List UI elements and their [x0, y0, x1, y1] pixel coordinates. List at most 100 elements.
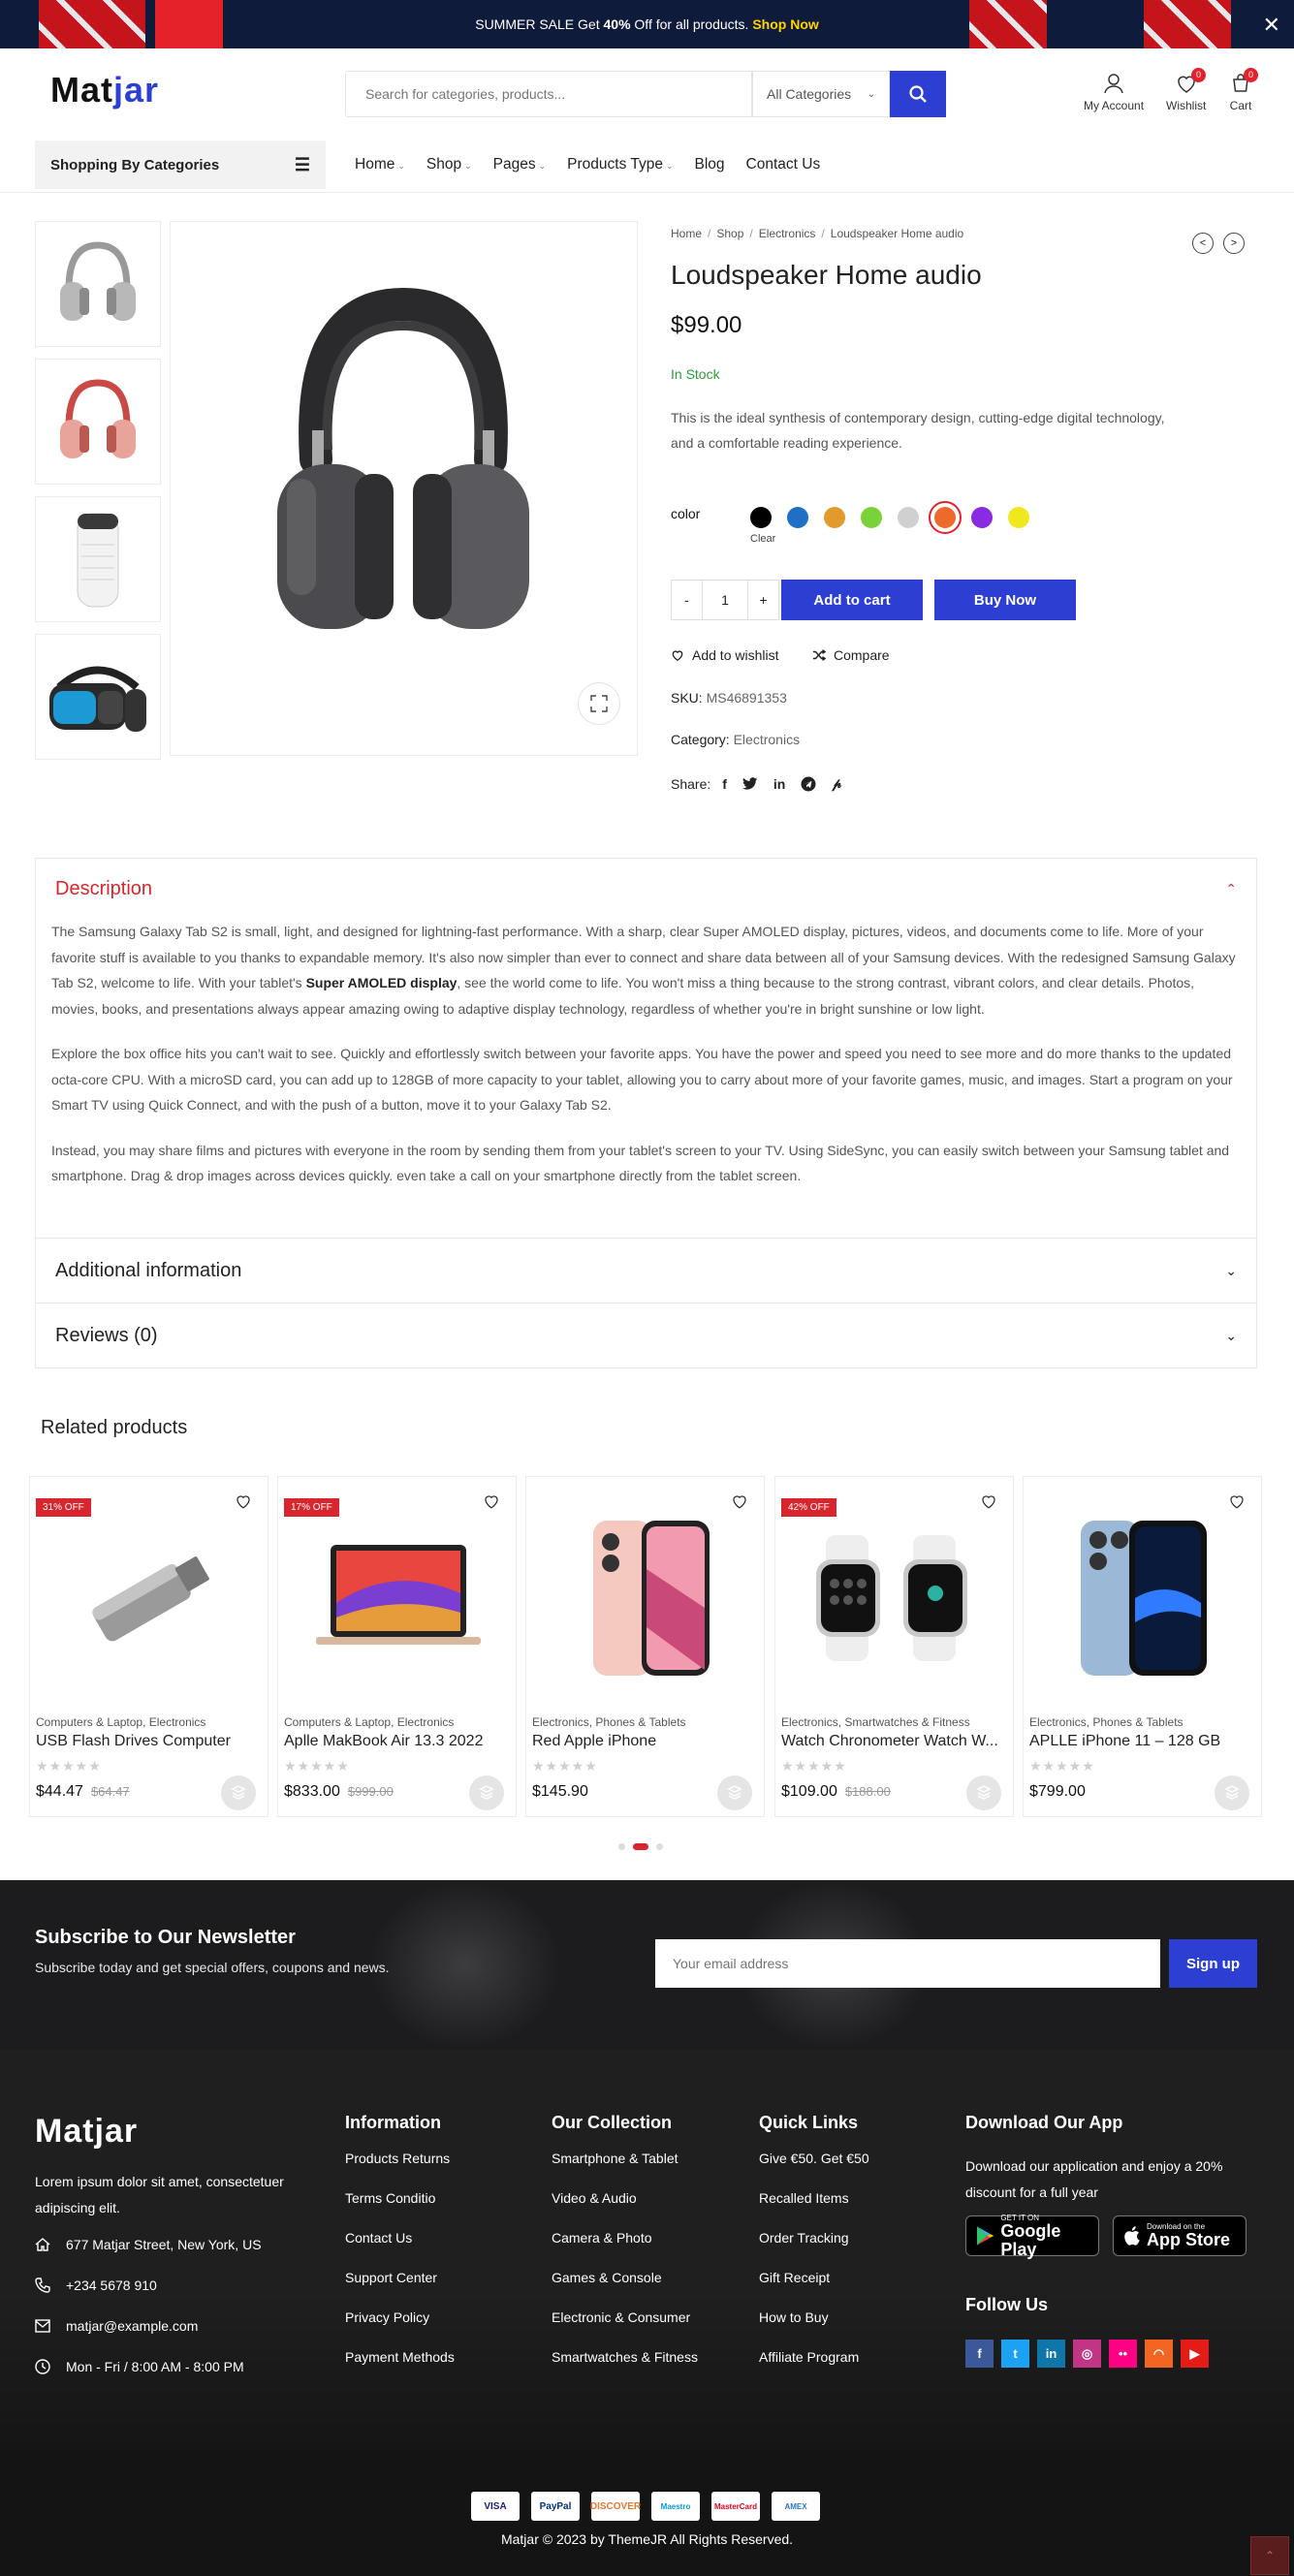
app-store-button[interactable]: Download on the App Store [1113, 2215, 1247, 2256]
compare-link[interactable]: Compare [812, 647, 890, 663]
footer-link[interactable]: Affiliate Program [759, 2349, 869, 2365]
footer-link[interactable]: Payment Methods [345, 2349, 455, 2365]
nav-home[interactable]: Home ⌄ [355, 156, 405, 173]
instagram-icon[interactable]: ◎ [1073, 2340, 1101, 2368]
category-select[interactable]: All Categories ⌄ [752, 71, 890, 117]
next-product-button[interactable]: > [1223, 233, 1245, 254]
footer-link[interactable]: Gift Receipt [759, 2270, 869, 2285]
clear-color-link[interactable]: Clear [750, 533, 775, 545]
cart-button[interactable]: Cart 0 [1229, 68, 1258, 112]
search-input[interactable] [346, 72, 751, 116]
add-to-cart-icon[interactable] [221, 1775, 256, 1810]
wishlist-button[interactable]: Wishlist 0 [1166, 68, 1206, 112]
footer-link[interactable]: Order Tracking [759, 2230, 869, 2246]
add-to-cart-icon[interactable] [1215, 1775, 1249, 1810]
color-swatch[interactable] [750, 507, 772, 528]
nav-contact[interactable]: Contact Us [746, 156, 821, 173]
product-category[interactable]: Electronics, Phones & Tablets [1029, 1715, 1184, 1729]
buy-now-button[interactable]: Buy Now [934, 580, 1076, 620]
additional-info-panel[interactable]: Additional information ⌄ [35, 1238, 1257, 1304]
nav-pages[interactable]: Pages ⌄ [493, 156, 547, 173]
footer-link[interactable]: Terms Conditio [345, 2190, 455, 2206]
newsletter-email-input[interactable] [655, 1939, 1160, 1988]
facebook-icon[interactable]: f [965, 2340, 994, 2368]
nav-shop[interactable]: Shop ⌄ [426, 156, 472, 173]
shop-now-link[interactable]: Shop Now [752, 16, 818, 32]
product-card[interactable]: 42% OFF Electronics, Smartwatches & Fitne… [774, 1476, 1014, 1817]
product-category[interactable]: Computers & Laptop, Electronics [36, 1715, 205, 1729]
color-swatch[interactable] [934, 507, 956, 528]
prev-product-button[interactable]: < [1192, 233, 1214, 254]
product-image[interactable] [1024, 1506, 1263, 1690]
footer-link[interactable]: Recalled Items [759, 2190, 869, 2206]
color-swatch[interactable] [971, 507, 993, 528]
nav-products-type[interactable]: Products Type ⌄ [567, 156, 673, 173]
product-image[interactable] [526, 1506, 766, 1690]
product-name[interactable]: USB Flash Drives Computer [36, 1733, 261, 1750]
footer-link[interactable]: Privacy Policy [345, 2309, 455, 2325]
qty-plus-button[interactable]: + [749, 592, 778, 608]
product-card[interactable]: 31% OFF Computers & Laptop, Electronics US… [29, 1476, 268, 1817]
footer-link[interactable]: Smartphone & Tablet [552, 2151, 698, 2166]
footer-link[interactable]: Smartwatches & Fitness [552, 2349, 698, 2365]
add-to-wishlist-link[interactable]: Add to wishlist [671, 647, 778, 663]
twitter-icon[interactable] [742, 776, 758, 791]
logo[interactable]: Matjar [50, 70, 159, 110]
add-to-cart-icon[interactable] [469, 1775, 504, 1810]
thumbnail-headphones-silver[interactable] [35, 221, 161, 347]
footer-link[interactable]: Give €50. Get €50 [759, 2151, 869, 2166]
qty-minus-button[interactable]: - [672, 592, 701, 608]
main-product-image[interactable] [170, 221, 638, 756]
color-swatch[interactable] [861, 507, 882, 528]
close-icon[interactable]: ✕ [1263, 13, 1280, 38]
add-to-cart-icon[interactable] [717, 1775, 752, 1810]
youtube-icon[interactable]: ▶ [1181, 2340, 1209, 2368]
google-play-button[interactable]: GET IT ON Google Play [965, 2214, 1099, 2258]
footer-link[interactable]: Video & Audio [552, 2190, 698, 2206]
footer-link[interactable]: How to Buy [759, 2309, 869, 2325]
footer-link[interactable]: Contact Us [345, 2230, 455, 2246]
thumbnail-vr-headset[interactable] [35, 634, 161, 760]
product-card[interactable]: 17% OFF Computers & Laptop, Electronics Ap… [277, 1476, 517, 1817]
color-swatch[interactable] [824, 507, 845, 528]
thumbnail-air-purifier[interactable] [35, 496, 161, 622]
carousel-dot[interactable] [656, 1843, 663, 1850]
footer-link[interactable]: Products Returns [345, 2151, 455, 2166]
product-name[interactable]: Aplle MakBook Air 13.3 2022 [284, 1733, 509, 1750]
product-name[interactable]: Watch Chronometer Watch W... [781, 1733, 1006, 1750]
carousel-dot-active[interactable] [633, 1843, 648, 1850]
breadcrumb-electronics[interactable]: Electronics [759, 227, 816, 240]
product-image[interactable] [30, 1506, 269, 1690]
expand-image-button[interactable] [578, 682, 620, 725]
pinterest-icon[interactable]: 𝓅 [832, 775, 841, 792]
footer-link[interactable]: Electronic & Consumer [552, 2309, 698, 2325]
rss-icon[interactable]: ◠ [1145, 2340, 1173, 2368]
product-image[interactable] [278, 1506, 518, 1690]
signup-button[interactable]: Sign up [1169, 1939, 1257, 1988]
add-to-cart-button[interactable]: Add to cart [781, 580, 923, 620]
reviews-panel[interactable]: Reviews (0) ⌄ [35, 1303, 1257, 1368]
flickr-icon[interactable]: •• [1109, 2340, 1137, 2368]
product-name[interactable]: APLLE iPhone 11 – 128 GB [1029, 1733, 1254, 1750]
thumbnail-headphones-pink[interactable] [35, 359, 161, 485]
twitter-icon[interactable]: t [1001, 2340, 1029, 2368]
product-category[interactable]: Electronics, Phones & Tablets [532, 1715, 686, 1729]
color-swatch[interactable] [1008, 507, 1029, 528]
back-to-top-button[interactable]: ⌃ [1250, 2536, 1289, 2575]
breadcrumb-shop[interactable]: Shop [716, 227, 743, 240]
telegram-icon[interactable] [801, 776, 816, 792]
categories-menu-button[interactable]: Shopping By Categories ☰ [35, 141, 326, 189]
carousel-dot[interactable] [618, 1843, 625, 1850]
product-image[interactable] [775, 1506, 1015, 1690]
linkedin-icon[interactable]: in [773, 776, 785, 792]
category-link[interactable]: Electronics [734, 732, 800, 747]
product-card[interactable]: Electronics, Phones & Tablets APLLE iPhon… [1023, 1476, 1262, 1817]
product-name[interactable]: Red Apple iPhone [532, 1733, 757, 1750]
footer-link[interactable]: Support Center [345, 2270, 455, 2285]
footer-link[interactable]: Games & Console [552, 2270, 698, 2285]
add-to-cart-icon[interactable] [966, 1775, 1001, 1810]
footer-logo[interactable]: Matjar [35, 2113, 138, 2151]
qty-input[interactable]: 1 [701, 581, 748, 619]
product-category[interactable]: Computers & Laptop, Electronics [284, 1715, 454, 1729]
color-swatch[interactable] [787, 507, 808, 528]
